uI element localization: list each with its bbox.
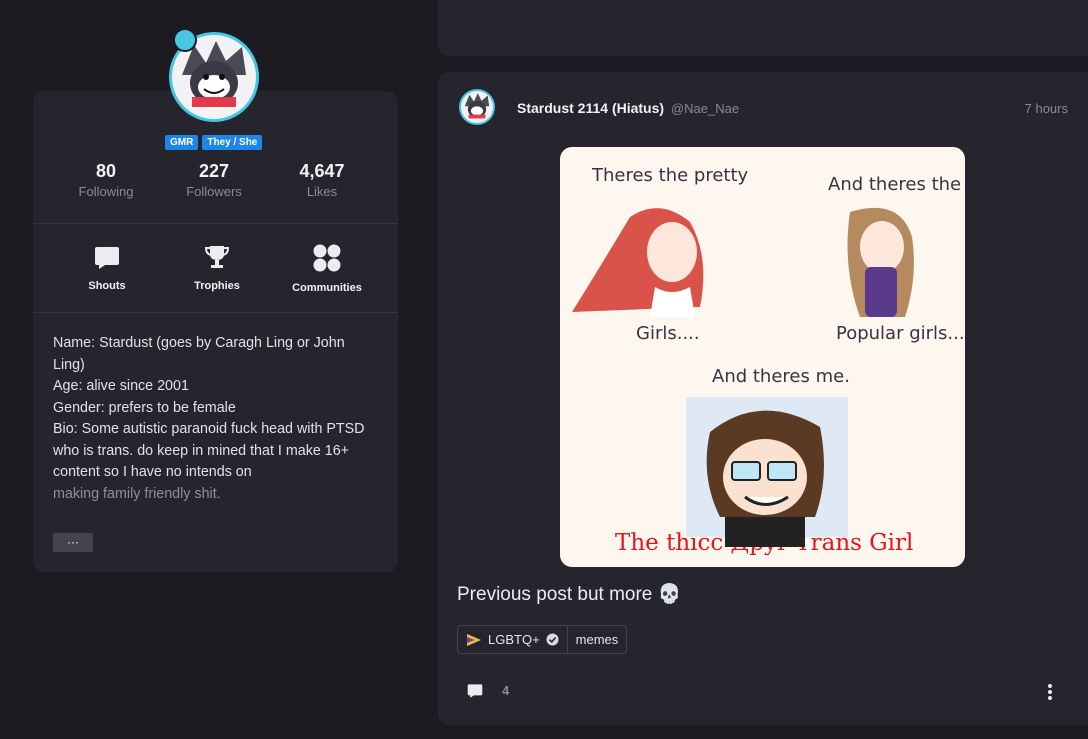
post-footer: 4 <box>466 682 509 699</box>
tag-gmr: GMR <box>165 135 199 150</box>
avatar-frame-badge <box>173 28 197 52</box>
chip-lgbtq[interactable]: LGBTQ+ <box>458 626 567 653</box>
meme-caption-red: The thicc Дpyr Trans Girl <box>615 530 914 556</box>
communities-label: Communities <box>292 282 362 294</box>
meme-illustration <box>572 207 914 547</box>
more-vertical-icon <box>1048 684 1052 700</box>
stat-value: 227 <box>198 161 230 181</box>
author-handle: @Nae_Nae <box>670 101 740 116</box>
profile-stats: 80 Following 227 Followers 4,647 Likes <box>52 160 377 202</box>
shouts-button[interactable]: Shouts <box>52 243 162 294</box>
post-author[interactable]: Stardust 2114 (Hiatus) @Nae_Nae <box>517 100 739 116</box>
post-author-avatar[interactable] <box>459 89 495 125</box>
stat-likes: 4,647 Likes <box>268 160 376 202</box>
trophies-label: Trophies <box>194 280 240 292</box>
meme-text: Girls.... <box>636 323 700 344</box>
meme-text: Popular girls... <box>836 323 965 344</box>
post-caption: Previous post but more 💀 <box>457 584 682 605</box>
stat-followers[interactable]: 227 Followers <box>160 160 268 202</box>
communities-button[interactable]: Communities <box>272 243 382 294</box>
meme-text: And theres me. <box>712 366 850 387</box>
comment-count: 4 <box>502 683 510 698</box>
bio-line-faded: making family friendly shit. <box>53 485 221 502</box>
trophies-button[interactable]: Trophies <box>162 243 272 294</box>
stat-value: 80 <box>95 161 117 181</box>
chip-label: memes <box>575 632 619 647</box>
pride-icon <box>467 633 481 646</box>
meme-text: Theres the pretty <box>592 165 749 186</box>
stat-value: 4,647 <box>299 161 345 181</box>
stat-label: Following <box>78 184 134 199</box>
chip-label: LGBTQ+ <box>488 632 540 647</box>
post-timestamp: 7 hours <box>1024 101 1068 116</box>
chat-bubble-icon <box>95 247 119 269</box>
profile-actions: Shouts Trophies Communities <box>52 243 382 294</box>
bio-more-button[interactable]: ··· <box>53 533 93 552</box>
divider <box>33 312 398 313</box>
trophy-icon <box>204 246 230 268</box>
shouts-label: Shouts <box>88 280 126 292</box>
verified-icon <box>546 633 559 646</box>
divider <box>33 223 398 224</box>
bio-line: Name: Stardust (goes by Caragh Ling or J… <box>53 335 345 373</box>
profile-tags: GMR They / She <box>165 135 263 150</box>
chip-memes[interactable]: memes <box>566 626 627 653</box>
bio-line: Gender: prefers to be female <box>53 399 236 416</box>
stat-following[interactable]: 80 Following <box>52 160 160 202</box>
profile-avatar[interactable] <box>169 28 259 122</box>
stat-label: Likes <box>306 184 338 199</box>
author-name[interactable]: Stardust 2114 (Hiatus) <box>517 100 664 116</box>
post-menu-button[interactable] <box>1044 682 1056 702</box>
post-image[interactable]: Theres the pretty Girls.... And theres t… <box>560 147 965 567</box>
post-tags: LGBTQ+ memes <box>457 625 628 654</box>
communities-icon <box>313 244 341 272</box>
stat-label: Followers <box>186 184 242 199</box>
profile-bio: Name: Stardust (goes by Caragh Ling or J… <box>53 333 373 505</box>
tag-pronouns: They / She <box>202 135 263 150</box>
comment-icon[interactable] <box>466 682 484 699</box>
previous-post-card <box>438 0 1088 56</box>
bio-line: Bio: Some autistic paranoid fuck head wi… <box>53 421 365 480</box>
meme-text: And theres the <box>828 174 962 195</box>
bio-line: Age: alive since 2001 <box>53 378 189 394</box>
